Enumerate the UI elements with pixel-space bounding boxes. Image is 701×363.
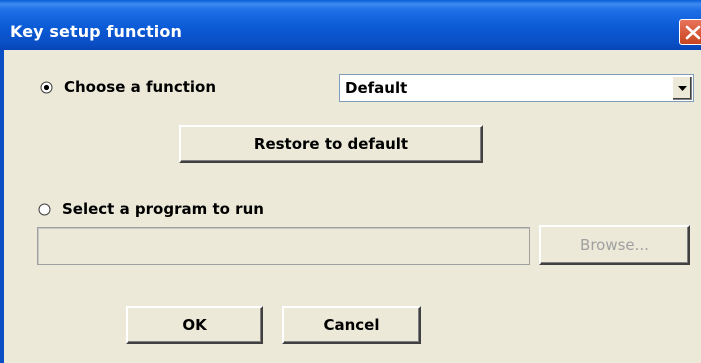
close-icon	[685, 25, 701, 40]
select-program-label[interactable]: Select a program to run	[62, 200, 264, 218]
title-bar[interactable]: Key setup function	[0, 0, 701, 50]
key-setup-dialog: Key setup function Choose a function Def…	[0, 0, 701, 363]
ok-button[interactable]: OK	[126, 306, 263, 344]
dropdown-button[interactable]	[672, 76, 692, 100]
choose-function-label[interactable]: Choose a function	[64, 78, 216, 96]
close-button[interactable]	[679, 19, 701, 45]
browse-button[interactable]: Browse...	[539, 225, 690, 265]
chevron-down-icon	[678, 86, 687, 91]
window-border	[0, 50, 4, 363]
cancel-button[interactable]: Cancel	[282, 306, 421, 344]
select-program-radio[interactable]	[38, 203, 51, 216]
window-title: Key setup function	[10, 22, 182, 41]
restore-default-button[interactable]: Restore to default	[179, 125, 483, 163]
function-dropdown-value: Default	[345, 79, 408, 97]
choose-function-radio[interactable]	[40, 81, 53, 94]
function-dropdown[interactable]: Default	[339, 74, 694, 102]
program-path-input[interactable]	[37, 227, 530, 265]
